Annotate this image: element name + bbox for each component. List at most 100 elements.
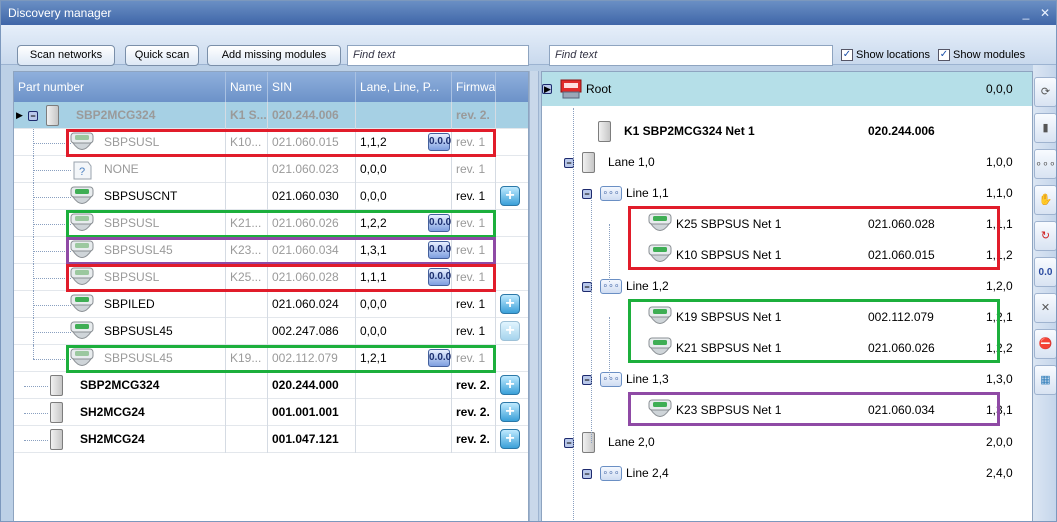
tree-line xyxy=(33,170,71,171)
address-badge-icon[interactable]: 0.0.0 xyxy=(428,133,451,151)
root-icon xyxy=(560,78,582,100)
hand-button[interactable]: ✋ xyxy=(1034,185,1056,215)
column-part-number[interactable]: Part number xyxy=(14,72,226,102)
modules-table-header: Part number Name SIN Lane, Line, P... Fi… xyxy=(14,72,528,102)
side-toolbar: ⟳ ▮ ∘∘∘ ✋ ↻ 0.0 ✕ ⛔ ▦ xyxy=(1033,65,1056,521)
table-row[interactable]: SBPSUSL45 K19... 002.112.079 1,2,1 rev. 1 0.0… xyxy=(14,345,528,372)
show-locations-checkbox[interactable]: ✓ Show locations xyxy=(841,49,930,61)
cell-lane-line xyxy=(356,372,452,399)
close-icon[interactable]: ✕ xyxy=(1038,6,1052,20)
tree-node-master[interactable]: K1 SBP2MCG324 Net 1 020.244.006 xyxy=(542,116,1032,147)
tree-node-address: 1,2,2 xyxy=(986,341,1013,355)
tree-line xyxy=(609,224,610,282)
cell-lane-line xyxy=(356,399,452,426)
tree-node-lane[interactable]: − Lane 2,0 2,0,0 xyxy=(542,427,1032,458)
network-button[interactable]: ▦ xyxy=(1034,365,1056,395)
show-modules-checkbox[interactable]: ✓ Show modules xyxy=(938,49,1025,61)
modules-table-panel: Part number Name SIN Lane, Line, P... Fi… xyxy=(13,71,529,521)
rotate-button[interactable]: ↻ xyxy=(1034,221,1056,251)
stop-button[interactable]: ⛔ xyxy=(1034,329,1056,359)
lines-button[interactable]: ∘∘∘ xyxy=(1034,149,1056,179)
table-row[interactable]: SBPSUSL K25... 021.060.028 1,1,1 rev. 1 0.0.0 xyxy=(14,264,528,291)
table-row[interactable]: SBPSUSL K21... 021.060.026 1,2,2 rev. 1 0.0.0 xyxy=(14,210,528,237)
tools-button[interactable]: ✕ xyxy=(1034,293,1056,323)
cell-firmware: rev. 2. xyxy=(452,102,496,129)
address-button[interactable]: 0.0 xyxy=(1034,257,1056,287)
tree-node-lane[interactable]: − Lane 1,0 1,0,0 xyxy=(542,147,1032,178)
tree-line xyxy=(33,224,71,225)
row-pointer-icon: ▶ xyxy=(544,84,551,94)
tree-node-sensor[interactable]: K10 SBPSUS Net 1 021.060.015 1,1,2 xyxy=(542,240,1032,271)
table-row[interactable]: SBPSUSL45 K23... 021.060.034 1,3,1 rev. 1 0.0… xyxy=(14,237,528,264)
table-row[interactable]: SBPILED 021.060.024 0,0,0 rev. 1 + xyxy=(14,291,528,318)
tree-line xyxy=(33,345,34,359)
table-row[interactable]: SBPSUSL K10... 021.060.015 1,1,2 rev. 1 0.0.0 xyxy=(14,129,528,156)
tree-node-line[interactable]: − ∘∘∘ Line 1,3 1,3,0 xyxy=(542,364,1032,395)
table-row[interactable]: SBP2MCG324 020.244.000 rev. 2. + xyxy=(14,372,528,399)
tree-node-address: 1,1,1 xyxy=(986,217,1013,231)
collapse-icon[interactable]: − xyxy=(582,469,592,479)
cell-name xyxy=(226,399,268,426)
table-row[interactable]: − ▶ SBP2MCG324 K1 S... 020.244.006 rev. 2. xyxy=(14,102,528,129)
tree-node-sensor[interactable]: K23 SBPSUS Net 1 021.060.034 1,3,1 xyxy=(542,395,1032,426)
sensor-icon xyxy=(70,132,94,154)
line-icon: ∘∘∘ xyxy=(600,372,622,387)
window-title: Discovery manager xyxy=(8,6,112,20)
cell-sin: 021.060.015 xyxy=(268,129,356,156)
cell-part-number: SBP2MCG324 xyxy=(72,102,226,129)
minimize-icon[interactable]: _ xyxy=(1019,6,1033,20)
add-module-button[interactable]: + xyxy=(500,429,520,449)
tree-node-sensor[interactable]: K21 SBPSUS Net 1 021.060.026 1,2,2 xyxy=(542,333,1032,364)
add-missing-modules-button[interactable]: Add missing modules xyxy=(207,45,341,66)
address-badge-icon[interactable]: 0.0.0 xyxy=(428,214,451,232)
collapse-icon[interactable]: − xyxy=(28,111,38,121)
table-row[interactable]: SH2MCG24 001.047.121 rev. 2. + xyxy=(14,426,528,453)
master-unit-icon xyxy=(50,429,63,450)
tree-node-sensor[interactable]: K19 SBPSUS Net 1 002.112.079 1,2,1 xyxy=(542,302,1032,333)
lane-icon xyxy=(582,152,595,173)
cell-sin: 021.060.024 xyxy=(268,291,356,318)
tools-icon: ✕ xyxy=(1040,302,1051,314)
add-module-button[interactable]: + xyxy=(500,375,520,395)
cell-part-number: SBPSUSL45 xyxy=(100,237,226,264)
address-badge-icon[interactable]: 0.0.0 xyxy=(428,268,451,286)
tree-node-sensor[interactable]: K25 SBPSUS Net 1 021.060.028 1,1,1 xyxy=(542,209,1032,240)
cell-name: K23... xyxy=(226,237,268,264)
tree-node-line[interactable]: − ∘∘∘ Line 2,4 2,4,0 xyxy=(542,458,1032,489)
column-sin[interactable]: SIN xyxy=(268,72,356,102)
right-find-input[interactable]: Find text xyxy=(549,45,833,66)
cell-lane-line xyxy=(356,102,452,129)
add-module-button[interactable]: + xyxy=(500,402,520,422)
scan-networks-button[interactable]: Scan networks xyxy=(17,45,115,66)
sensor-icon xyxy=(648,244,672,266)
column-firmware[interactable]: Firmwa xyxy=(452,72,496,102)
cell-sin: 020.244.006 xyxy=(268,102,356,129)
column-name[interactable]: Name xyxy=(226,72,268,102)
column-lane-line[interactable]: Lane, Line, P... xyxy=(356,72,452,102)
table-row[interactable]: SH2MCG24 001.001.001 rev. 2. + xyxy=(14,399,528,426)
tree-node-line[interactable]: − ∘∘∘ Line 1,2 1,2,0 xyxy=(542,271,1032,302)
address-badge-icon[interactable]: 0.0.0 xyxy=(428,349,451,367)
tree-node-label: Lane 1,0 xyxy=(608,155,655,169)
cell-firmware: rev. 1 xyxy=(452,345,496,372)
tree-node-line[interactable]: − ∘∘∘ Line 1,1 1,1,0 xyxy=(542,178,1032,209)
tree-line xyxy=(33,359,71,360)
address-badge-icon[interactable]: 0.0.0 xyxy=(428,241,451,259)
left-find-input[interactable]: Find text xyxy=(347,45,529,66)
table-row[interactable]: SBPSUSCNT 021.060.030 0,0,0 rev. 1 + xyxy=(14,183,528,210)
cell-part-number: SBPSUSL45 xyxy=(100,345,226,372)
table-row[interactable]: SBPSUSL45 002.247.086 0,0,0 rev. 1 + xyxy=(14,318,528,345)
table-row[interactable]: ? NONE 021.060.023 0,0,0 rev. 1 xyxy=(14,156,528,183)
tree-node-root[interactable]: − ▶ Root 0,0,0 xyxy=(542,72,1032,106)
panel-splitter[interactable] xyxy=(529,71,539,521)
refresh-button[interactable]: ⟳ xyxy=(1034,77,1056,107)
cell-name xyxy=(226,183,268,210)
module-button[interactable]: ▮ xyxy=(1034,113,1056,143)
address-icon: 0.0 xyxy=(1038,267,1053,278)
add-module-button[interactable]: + xyxy=(500,321,520,341)
cell-firmware: rev. 1 xyxy=(452,210,496,237)
tree-node-label: K23 SBPSUS Net 1 xyxy=(676,403,782,417)
add-module-button[interactable]: + xyxy=(500,186,520,206)
add-module-button[interactable]: + xyxy=(500,294,520,314)
quick-scan-button[interactable]: Quick scan xyxy=(125,45,199,66)
